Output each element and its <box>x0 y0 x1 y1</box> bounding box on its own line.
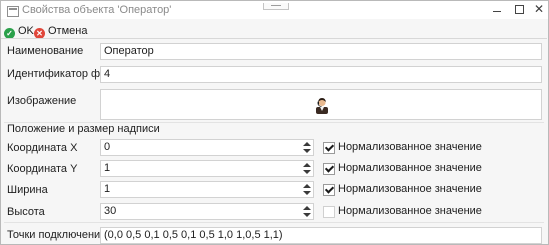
coord-y-input[interactable]: 1 <box>100 160 314 177</box>
width-normalized-checkbox[interactable] <box>323 184 335 196</box>
height-spinner[interactable] <box>303 205 311 218</box>
height-value: 30 <box>104 205 117 217</box>
coord-x-label: Координата X <box>7 142 78 154</box>
cancel-button-label: Отмена <box>48 25 88 37</box>
section-title: Положение и размер надписи <box>7 123 160 135</box>
coord-x-spinner[interactable] <box>303 141 311 154</box>
title-bar[interactable]: Свойства объекта 'Оператор' ✕ <box>1 1 548 19</box>
drag-grip-icon[interactable] <box>263 3 289 10</box>
name-label: Наименование <box>7 45 84 57</box>
form-id-input[interactable]: 4 <box>100 66 542 83</box>
close-button[interactable]: ✕ <box>528 2 549 17</box>
properties-form: Наименование Оператор Идентификатор форм… <box>1 38 547 244</box>
minimize-button[interactable] <box>486 2 508 17</box>
section-divider-bottom <box>4 222 544 223</box>
window-icon <box>7 6 19 17</box>
coord-y-normalized-label: Нормализованное значение <box>338 162 482 174</box>
name-input[interactable]: Оператор <box>100 43 542 60</box>
coord-x-value: 0 <box>104 141 111 153</box>
ok-button-label: OK <box>18 25 34 37</box>
width-label: Ширина <box>7 184 48 196</box>
height-input[interactable]: 30 <box>100 203 314 220</box>
connection-points-label: Точки подключения <box>7 229 107 241</box>
image-field[interactable] <box>100 89 542 120</box>
height-normalized-label: Нормализованное значение <box>338 205 482 217</box>
coord-y-normalized-checkbox[interactable] <box>323 163 335 175</box>
width-value: 1 <box>104 183 111 195</box>
coord-y-spinner[interactable] <box>303 162 311 175</box>
coord-x-normalized-checkbox[interactable] <box>323 142 335 154</box>
coord-y-label: Координата Y <box>7 163 78 175</box>
coord-y-value: 1 <box>104 162 111 174</box>
width-input[interactable]: 1 <box>100 181 314 198</box>
window-title: Свойства объекта 'Оператор' <box>22 4 172 16</box>
width-normalized-label: Нормализованное значение <box>338 183 482 195</box>
image-label: Изображение <box>7 95 77 107</box>
height-normalized-checkbox[interactable] <box>323 206 335 218</box>
width-spinner[interactable] <box>303 183 311 196</box>
ok-button[interactable]: ✓ OK <box>4 23 34 39</box>
height-label: Высота <box>7 206 45 218</box>
operator-person-icon <box>316 98 328 114</box>
coord-x-normalized-label: Нормализованное значение <box>338 141 482 153</box>
cancel-button[interactable]: ✕ Отмена <box>34 23 87 39</box>
connection-points-input[interactable]: (0,0 0,5 0,1 0,5 0,1 0,5 1,0 1,0,5 1,1) <box>100 227 542 244</box>
coord-x-input[interactable]: 0 <box>100 139 314 156</box>
maximize-button[interactable] <box>508 2 530 17</box>
